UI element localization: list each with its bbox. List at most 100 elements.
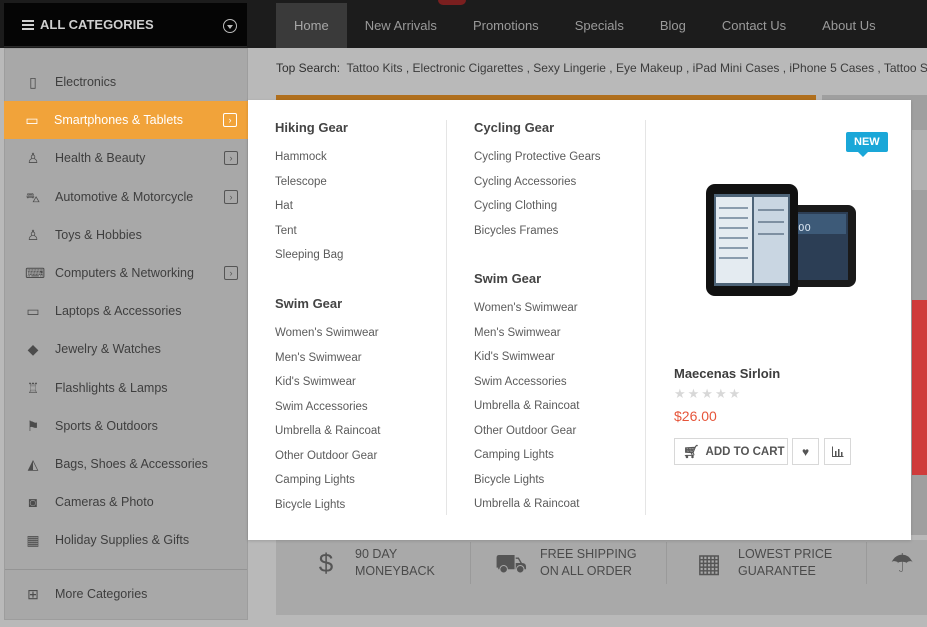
nav-specials[interactable]: Specials (557, 3, 642, 48)
menu-link[interactable]: Men's Swimwear (474, 325, 579, 350)
sidebar-item-label: Cameras & Photo (55, 495, 154, 510)
menu-link[interactable]: Sleeping Bag (275, 247, 348, 272)
menu-link[interactable]: Men's Swimwear (275, 350, 380, 375)
feature-line: LOWEST PRICE (738, 546, 833, 561)
chevron-right-icon[interactable]: › (223, 113, 237, 128)
sidebar-item-label: Flashlights & Lamps (55, 380, 168, 395)
calendar-icon: ▦ (696, 547, 722, 578)
nav-blog[interactable]: Blog (642, 3, 704, 48)
nav-new-arrivals[interactable]: New Arrivals (347, 3, 455, 48)
top-search: Top Search: Tattoo Kits , Electronic Cig… (276, 61, 927, 75)
menu-group-title[interactable]: Swim Gear (474, 271, 579, 286)
nav-contact-us[interactable]: Contact Us (704, 3, 804, 48)
sidebar-item[interactable]: ▭ Laptops & Accessories (5, 292, 249, 330)
sidebar-item[interactable]: ▦ Holiday Supplies & Gifts (5, 521, 249, 559)
sidebar-item[interactable]: ▯ Electronics (5, 63, 249, 101)
diamond-icon: ◆ (27, 341, 39, 358)
more-categories-label: More Categories (55, 587, 148, 601)
sidebar-item[interactable]: ◙ Cameras & Photo (5, 483, 249, 521)
nav-home[interactable]: Home (276, 3, 347, 48)
all-categories-button[interactable]: ALL CATEGORIES (4, 3, 247, 47)
wishlist-button[interactable]: ♥ (792, 438, 819, 465)
menu-link[interactable]: Cycling Accessories (474, 174, 601, 199)
divider (5, 569, 247, 570)
menu-link[interactable]: Women's Swimwear (474, 300, 579, 325)
chevron-right-icon[interactable]: › (224, 189, 238, 204)
sidebar-item-label: Computers & Networking (55, 266, 194, 280)
menu-link[interactable]: Cycling Protective Gears (474, 149, 601, 174)
sidebar-item[interactable]: ▭ Smartphones & Tablets › (4, 101, 248, 140)
menu-link[interactable]: Camping Lights (275, 472, 380, 497)
sidebar-item[interactable]: ⚑ Sports & Outdoors (5, 407, 249, 445)
sidebar-item[interactable]: ◭ Bags, Shoes & Accessories (5, 445, 249, 483)
product-image[interactable]: 12:00 (674, 170, 889, 310)
top-search-terms[interactable]: Tattoo Kits , Electronic Cigarettes , Se… (347, 61, 927, 75)
feature-text: FREE SHIPPING ON ALL ORDER (540, 546, 637, 580)
menu-link[interactable]: Other Outdoor Gear (474, 423, 579, 448)
feature-line: ON ALL ORDER (540, 563, 632, 578)
camera-icon: ◙ (28, 494, 38, 511)
chevron-right-icon[interactable]: › (224, 151, 238, 166)
compare-button[interactable] (824, 438, 851, 465)
add-to-cart-button[interactable]: 🛒︎ ADD TO CART (674, 438, 788, 465)
menu-group-title[interactable]: Swim Gear (275, 296, 380, 311)
sidebar-item-label: Jewelry & Watches (55, 342, 161, 357)
menu-group: Hiking Gear Hammock Telescope Hat Tent Sleepi… (275, 120, 348, 272)
money-bag-icon: $ (318, 547, 334, 578)
menu-group-title[interactable]: Cycling Gear (474, 120, 601, 135)
menu-link[interactable]: Tent (275, 223, 348, 248)
sidebar-item-label: Holiday Supplies & Gifts (55, 533, 190, 548)
gift-icon: ▦ (26, 532, 40, 549)
sidebar-item-label: Automotive & Motorcycle (55, 189, 194, 204)
feature-line: FREE SHIPPING (540, 546, 637, 561)
chevron-down-icon[interactable] (223, 19, 237, 33)
rating-stars: ★★★★★ (674, 386, 743, 401)
chevron-right-icon[interactable]: › (224, 266, 238, 280)
product-price: $26.00 (674, 408, 717, 424)
menu-link[interactable]: Swim Accessories (275, 399, 380, 424)
sidebar-item[interactable]: ♙ Toys & Hobbies (5, 216, 249, 254)
sidebar-item[interactable]: ♖ Flashlights & Lamps (5, 369, 249, 407)
menu-link[interactable]: Camping Lights (474, 447, 579, 472)
menu-link[interactable]: Telescope (275, 174, 348, 199)
list-icon (22, 19, 34, 30)
heart-icon: ♥ (801, 444, 810, 459)
menu-link[interactable]: Kid's Swimwear (275, 374, 380, 399)
product-name[interactable]: Maecenas Sirloin (674, 366, 780, 381)
feature-item: ▦ LOWEST PRICE GUARANTEE (692, 540, 833, 585)
banner-area-top (912, 130, 927, 190)
menu-link[interactable]: Umbrella & Raincoat (474, 398, 579, 423)
feature-line: MONEYBACK (355, 563, 435, 578)
sidebar-item-label: Bags, Shoes & Accessories (55, 457, 208, 471)
menu-link[interactable]: Hammock (275, 149, 348, 174)
feature-line: GUARANTEE (738, 563, 816, 578)
menu-link[interactable]: Women's Swimwear (275, 325, 380, 350)
nav-promotions[interactable]: Promotions (455, 3, 557, 48)
menu-group: Swim Gear Women's Swimwear Men's Swimwear K… (474, 271, 579, 521)
sidebar-item[interactable]: ⛍ Automotive & Motorcycle › (5, 178, 249, 216)
sidebar-item[interactable]: ⌨ Computers & Networking › (5, 254, 249, 292)
menu-link[interactable]: Hat (275, 198, 348, 223)
flashlight-icon: ♖ (26, 379, 40, 396)
menu-link[interactable]: Bicycles Frames (474, 223, 601, 248)
monitor-icon: ▭ (25, 112, 39, 129)
divider (470, 542, 471, 584)
top-search-label: Top Search: (276, 61, 341, 75)
menu-link[interactable]: Kid's Swimwear (474, 349, 579, 374)
menu-group: Swim Gear Women's Swimwear Men's Swimwear K… (275, 296, 380, 521)
menu-link[interactable]: Umbrella & Raincoat (474, 496, 579, 521)
compare-icon (831, 446, 843, 457)
menu-link[interactable]: Other Outdoor Gear (275, 448, 380, 473)
more-categories-link[interactable]: ⊞ More Categories (5, 575, 249, 613)
menu-link[interactable]: Cycling Clothing (474, 198, 601, 223)
umbrella-icon: ☂ (890, 547, 914, 578)
sidebar-item[interactable]: ♙ Health & Beauty › (5, 139, 249, 177)
menu-link[interactable]: Bicycle Lights (474, 472, 579, 497)
menu-link[interactable]: Swim Accessories (474, 374, 579, 399)
menu-link[interactable]: Bicycle Lights (275, 497, 380, 522)
nav-about-us[interactable]: About Us (804, 3, 893, 48)
all-categories-label: ALL CATEGORIES (40, 17, 154, 32)
sidebar-item[interactable]: ◆ Jewelry & Watches (5, 330, 249, 368)
menu-group-title[interactable]: Hiking Gear (275, 120, 348, 135)
menu-link[interactable]: Umbrella & Raincoat (275, 423, 380, 448)
